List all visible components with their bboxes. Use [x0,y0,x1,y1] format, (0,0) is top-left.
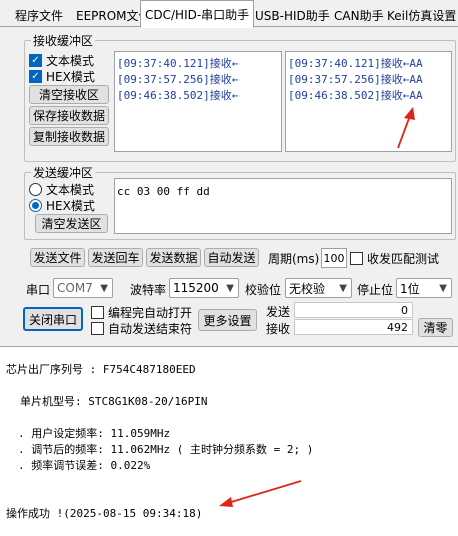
send-text-mode-radio[interactable]: 文本模式 [29,181,94,198]
tab-bar: 程序文件 EEPROM文件 CDC/HID-串口助手 USB-HID助手 CAN… [0,0,458,28]
send-text-mode-label: 文本模式 [46,183,95,197]
send-data-button[interactable]: 发送数据 [146,248,201,267]
send-hex-mode-label: HEX模式 [46,199,95,213]
baud-value: 115200 [173,281,219,295]
clear-count-button[interactable]: 清零 [418,318,453,337]
send-hex-mode-radio[interactable]: HEX模式 [29,197,95,214]
send-buffer-title: 发送缓冲区 [31,164,96,181]
chevron-down-icon: ▼ [339,283,347,294]
period-label: 周期(ms) [268,252,320,266]
output-mcu-model: 单片机型号: STC8G1K08-20/16PIN [20,395,208,408]
recv-count-field: 492 [294,319,413,335]
send-enter-button[interactable]: 发送回车 [88,248,143,267]
output-frequency-error: . 频率调节误差: 0.022% [18,459,151,472]
close-port-button[interactable]: 关闭串口 [23,307,83,331]
match-test-label: 收发匹配测试 [367,252,440,266]
receive-hex-pane[interactable]: [09:37:40.121]接收←AA [09:37:57.256]接收←AA … [285,51,452,152]
baud-label: 波特率 [130,283,167,297]
save-receive-button[interactable]: 保存接收数据 [29,106,109,125]
output-set-frequency: . 用户设定频率: 11.059MHz [18,427,171,440]
checkbox-icon [350,252,363,265]
receive-text-pane[interactable]: [09:37:40.121]接收← [09:37:57.256]接收← [09:… [114,51,282,152]
parity-value: 无校验 [289,281,326,296]
receive-line: [09:37:40.121]接收← [117,57,239,70]
receive-hex-mode-checkbox[interactable]: ✓ HEX模式 [29,68,95,85]
auto-open-label: 编程完自动打开 [108,306,193,320]
output-log-panel: 芯片出厂序列号 : F754C487180EED 单片机型号: STC8G1K0… [0,346,458,536]
tab-usb-hid[interactable]: USB-HID助手 [250,3,335,27]
receive-hex-line: [09:37:40.121]接收←AA [288,57,423,70]
chevron-down-icon: ▼ [439,283,447,294]
stop-bits-value: 1位 [400,281,420,296]
more-settings-button[interactable]: 更多设置 [198,309,257,331]
check-icon: ✓ [29,70,42,83]
match-test-checkbox[interactable]: 收发匹配测试 [350,250,439,267]
output-serial-number: 芯片出厂序列号 : F754C487180EED [6,363,196,376]
parity-select[interactable]: 无校验 ▼ [285,278,352,298]
receive-hex-line: [09:46:38.502]接收←AA [288,89,423,102]
clear-receive-button[interactable]: 清空接收区 [29,85,109,104]
stop-bits-select[interactable]: 1位 ▼ [396,278,452,298]
send-file-button[interactable]: 发送文件 [30,248,85,267]
clear-send-button[interactable]: 清空发送区 [35,214,108,233]
radio-selected-icon [29,199,42,212]
stop-bits-label: 停止位 [357,283,394,297]
chevron-down-icon: ▼ [100,283,108,294]
auto-stop-checkbox[interactable]: 自动发送结束符 [91,320,192,337]
parity-label: 校验位 [245,283,282,297]
output-success-message: 操作成功 !(2025-08-15 09:34:18) [6,507,203,520]
send-text-area[interactable]: cc 03 00 ff dd [114,178,452,234]
receive-hex-mode-label: HEX模式 [46,70,95,84]
receive-hex-line: [09:37:57.256]接收←AA [288,73,423,86]
checkbox-icon [91,306,104,319]
receive-text-mode-checkbox[interactable]: ✓ 文本模式 [29,52,94,69]
period-input[interactable]: 100 [321,248,347,268]
output-adjusted-frequency: . 调节后的频率: 11.062MHz ( 主时钟分频系数 = 2; ) [18,443,314,456]
tab-keil-settings[interactable]: Keil仿真设置 [382,3,458,27]
tab-serial-assistant[interactable]: CDC/HID-串口助手 [140,0,255,28]
baud-select[interactable]: 115200 ▼ [169,278,239,298]
send-count-label: 发送 [266,305,291,319]
copy-receive-button[interactable]: 复制接收数据 [29,127,109,146]
auto-send-button[interactable]: 自动发送 [204,248,259,267]
checkbox-icon [91,322,104,335]
auto-open-checkbox[interactable]: 编程完自动打开 [91,304,192,321]
send-count-field: 0 [294,302,413,318]
auto-stop-label: 自动发送结束符 [108,322,193,336]
port-label: 串口 [26,283,51,297]
tab-program-file[interactable]: 程序文件 [10,3,68,27]
port-value: COM7 [57,281,93,295]
receive-buffer-title: 接收缓冲区 [31,32,96,49]
check-icon: ✓ [29,54,42,67]
recv-count-label: 接收 [266,322,291,336]
send-content: cc 03 00 ff dd [117,185,210,198]
receive-line: [09:46:38.502]接收← [117,89,239,102]
port-select[interactable]: COM7 ▼ [53,278,113,298]
tab-can[interactable]: CAN助手 [329,3,389,27]
receive-line: [09:37:57.256]接收← [117,73,239,86]
receive-text-mode-label: 文本模式 [46,54,95,68]
chevron-down-icon: ▼ [226,283,234,294]
radio-icon [29,183,42,196]
